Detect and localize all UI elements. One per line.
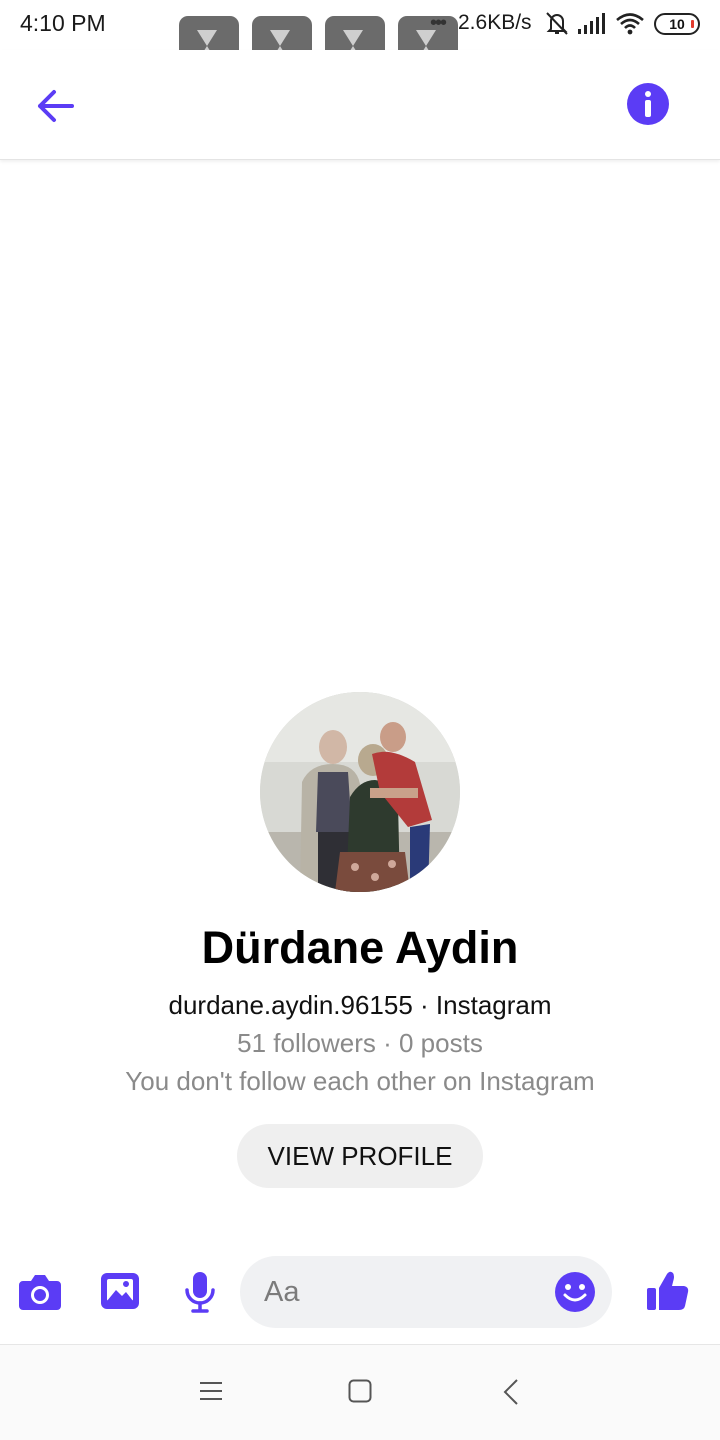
like-button[interactable] — [645, 1268, 691, 1319]
conversation-header — [0, 50, 720, 160]
message-input[interactable]: Aa — [240, 1256, 612, 1328]
network-speed: 2.6KB/s — [458, 11, 532, 34]
recent-apps-button[interactable] — [199, 1379, 223, 1408]
home-button[interactable] — [348, 1379, 372, 1408]
more-notifications: ••• — [430, 12, 447, 34]
follow-status: You don't follow each other on Instagram — [125, 1066, 595, 1096]
emoji-icon — [555, 1272, 595, 1312]
gallery-button[interactable] — [99, 1271, 141, 1316]
mute-bell-icon — [546, 12, 568, 35]
signal-icon — [578, 13, 605, 34]
view-profile-button[interactable]: VIEW PROFILE — [237, 1124, 483, 1188]
menu-icon — [200, 1382, 222, 1400]
message-placeholder: Aa — [264, 1276, 300, 1308]
message-composer: Aa — [0, 1250, 720, 1340]
avatar[interactable] — [260, 692, 460, 892]
emoji-button[interactable] — [554, 1271, 596, 1313]
nav-back-button[interactable] — [500, 1379, 524, 1410]
camera-button[interactable] — [18, 1272, 62, 1317]
microphone-icon — [185, 1272, 215, 1313]
profile-photo — [260, 692, 460, 892]
gallery-icon — [101, 1273, 139, 1309]
thumbs-up-icon — [647, 1271, 689, 1310]
back-button[interactable] — [30, 84, 82, 128]
profile-stats: 51 followers · 0 posts — [237, 1028, 483, 1058]
back-icon — [503, 1379, 518, 1405]
camera-icon — [19, 1275, 61, 1310]
info-button[interactable] — [627, 83, 669, 125]
voice-button[interactable] — [184, 1270, 216, 1319]
profile-name: Dürdane Aydin — [201, 922, 519, 973]
info-icon — [645, 91, 651, 97]
battery-icon: 10 — [654, 13, 700, 35]
status-time: 4:10 PM — [20, 10, 106, 36]
status-bar: 4:10 PM ••• 2.6KB/s 10 — [0, 0, 720, 75]
info-icon-stem — [645, 100, 651, 117]
system-nav-bar — [0, 1344, 720, 1440]
home-icon — [348, 1379, 372, 1403]
arrow-left-icon — [38, 90, 74, 122]
profile-handle: durdane.aydin.96155 · Instagram — [168, 990, 552, 1020]
wifi-icon — [616, 13, 644, 35]
